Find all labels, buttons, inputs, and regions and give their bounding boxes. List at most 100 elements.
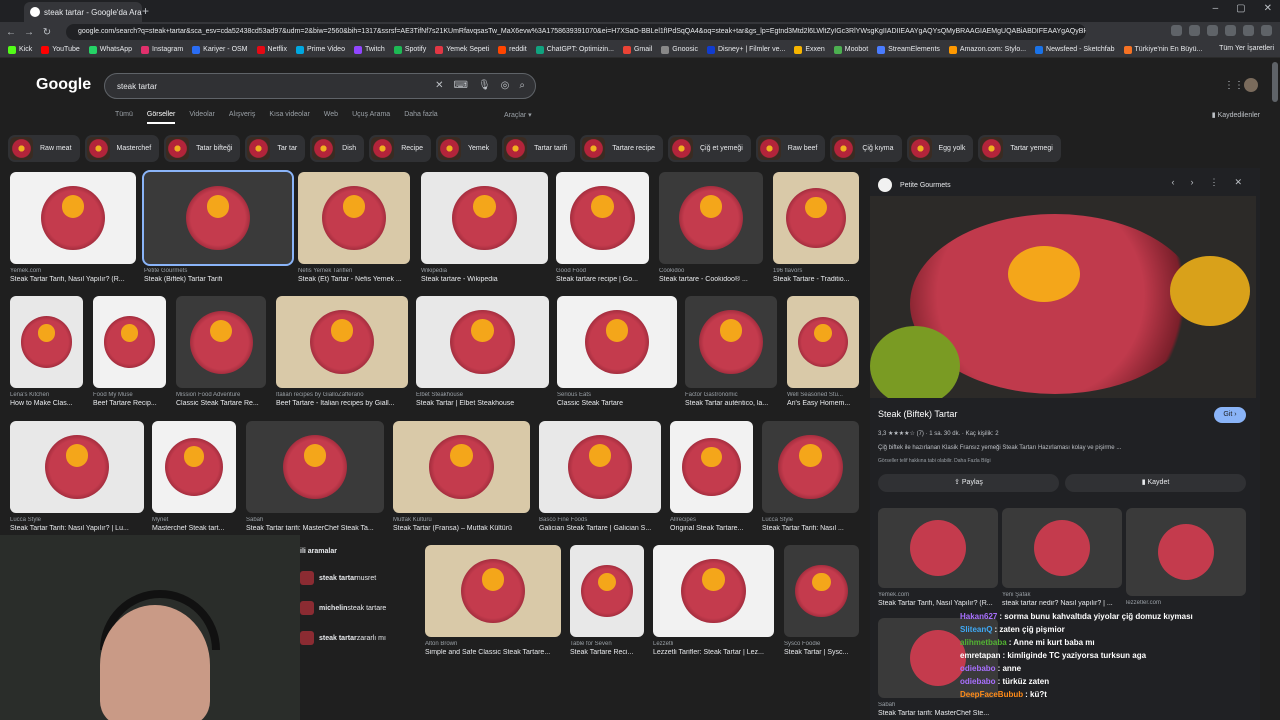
chip[interactable]: Çiğ et yemeği — [668, 135, 751, 162]
all-bookmarks[interactable]: Tüm Yer İşaretleri — [1219, 45, 1274, 52]
tab-daha-fazla[interactable]: Daha fazla — [404, 111, 437, 124]
result-thumbnail[interactable] — [421, 172, 548, 264]
result-thumbnail[interactable] — [246, 421, 384, 513]
image-result[interactable]: Petite Gourmets Steak (Biftek) Tartar Tar… — [142, 170, 294, 283]
image-result[interactable]: Basco Fine Foods Galician Steak Tartare |… — [539, 421, 661, 532]
image-result[interactable]: Mynet Masterchef Steak tart... — [152, 421, 236, 532]
result-source[interactable]: Table for Seven — [570, 641, 644, 647]
share-button[interactable]: ⇪ Paylaş — [878, 474, 1059, 492]
next-icon[interactable]: › — [1190, 177, 1193, 188]
result-caption[interactable]: Steak (Biftek) Tartar Tarifi — [144, 276, 292, 283]
tab-web[interactable]: Web — [324, 111, 338, 124]
close-panel-icon[interactable]: ✕ — [1234, 177, 1242, 188]
image-result[interactable]: Sabah Steak Tartar tarifi: MasterChef Ste… — [246, 421, 384, 532]
result-thumbnail[interactable] — [1002, 508, 1122, 588]
chat-username[interactable]: Hakan627 — [960, 612, 997, 621]
search-box[interactable]: steak tartar ✕ ⌨ 🎙 ◎ ⌕ — [104, 73, 536, 99]
tab-alışveriş[interactable]: Alışveriş — [229, 111, 255, 124]
result-thumbnail[interactable] — [298, 172, 410, 264]
result-thumbnail[interactable] — [784, 545, 859, 637]
bookmark-item[interactable]: Kick — [8, 45, 32, 54]
result-source[interactable]: Food My Muse — [93, 392, 166, 398]
image-result[interactable]: Elbet Steakhouse Steak Tartar | Elbet Ste… — [416, 296, 549, 407]
bookmark-item[interactable]: Newsfeed - Sketchfab — [1035, 45, 1115, 54]
result-source[interactable]: Sabah — [246, 517, 384, 523]
result-source[interactable]: Lena's Kitchen — [10, 392, 83, 398]
close-window-icon[interactable]: ✕ — [1264, 3, 1272, 14]
back-icon[interactable]: ← — [4, 27, 18, 38]
result-source[interactable]: Mynet — [152, 517, 236, 523]
result-caption[interactable]: Beef Tartare - Italian recipes by Giall.… — [276, 400, 408, 407]
bookmark-item[interactable]: reddit — [498, 45, 527, 54]
bookmark-star-icon[interactable] — [1171, 25, 1182, 36]
image-result[interactable]: Wikipedia Steak tartare - Wikipedia — [421, 172, 548, 283]
result-thumbnail[interactable] — [142, 170, 294, 266]
chat-username[interactable]: emretapan — [960, 651, 1000, 660]
result-caption[interactable]: Steak Tartar | Elbet Steakhouse — [416, 400, 549, 407]
chip[interactable]: Tartar yemegi — [978, 135, 1061, 162]
result-caption[interactable]: Steak Tartare - Traditio... — [773, 276, 859, 283]
image-result[interactable]: Serious Eats Classic Steak Tartare — [557, 296, 677, 407]
chat-username[interactable]: alihmetbaba — [960, 638, 1007, 647]
image-result[interactable]: Food My Muse Beef Tartare Recip... — [93, 296, 166, 407]
result-caption[interactable]: Steak Tartar | Sysc... — [784, 649, 859, 656]
result-caption[interactable]: Galician Steak Tartare | Galician S... — [539, 525, 661, 532]
result-thumbnail[interactable] — [787, 296, 859, 388]
url-input[interactable]: google.com/search?q=steak+tartar&sca_esv… — [66, 24, 1086, 40]
result-source[interactable]: 196 flavors — [773, 268, 859, 274]
result-thumbnail[interactable] — [557, 296, 677, 388]
result-source[interactable]: Alton Brown — [425, 641, 561, 647]
apps-grid-icon[interactable]: ⋮⋮ — [1224, 80, 1244, 91]
chip[interactable]: Tar tar — [245, 135, 306, 162]
result-caption[interactable]: Steak Tartar Tarifi, Nasıl Yapılır? (R..… — [10, 276, 136, 283]
result-source[interactable]: Yemek.com — [878, 592, 998, 598]
result-caption[interactable]: Steak Tartar tarifi: MasterChef Ste... — [878, 710, 998, 717]
bookmark-item[interactable]: Exxen — [794, 45, 825, 54]
image-result[interactable]: Sysco Foodie Steak Tartar | Sysc... — [784, 545, 859, 656]
maximize-icon[interactable]: ▢ — [1236, 3, 1245, 14]
result-caption[interactable]: Simple and Safe Classic Steak Tartare... — [425, 649, 561, 656]
result-thumbnail[interactable] — [773, 172, 859, 264]
prev-icon[interactable]: ‹ — [1171, 177, 1174, 188]
chip[interactable]: Recipe — [369, 135, 431, 162]
result-caption[interactable]: Steak (Et) Tartar - Nefis Yemek ... — [298, 276, 410, 283]
chip[interactable]: Yemek — [435, 135, 498, 162]
chip[interactable]: Çiğ kıyma — [830, 135, 902, 162]
panel-related-result[interactable]: Yeni Şafak steak tartar nedir? Nasıl yapı… — [1002, 508, 1122, 607]
save-button[interactable]: ▮ Kaydet — [1065, 474, 1246, 492]
result-source[interactable]: Serious Eats — [557, 392, 677, 398]
image-result[interactable]: Lezzetli Lezzetli Tarifler: Steak Tartar … — [653, 545, 774, 656]
chip[interactable]: Tartare recipe — [580, 135, 663, 162]
saved-button[interactable]: ▮ Kaydedilenler — [1212, 111, 1260, 119]
result-thumbnail[interactable] — [176, 296, 266, 388]
minimize-icon[interactable]: – — [1213, 3, 1219, 14]
bookmark-item[interactable]: WhatsApp — [88, 45, 132, 54]
bookmark-item[interactable]: Türkiye'nin En Büyü... — [1123, 45, 1202, 54]
result-source[interactable]: Lezzetli — [653, 641, 774, 647]
result-caption[interactable]: Steak Tartar auténtico, la... — [685, 400, 777, 407]
result-caption[interactable]: Steak Tartar (Fransa) – Mutfak Kültürü — [393, 525, 530, 532]
reload-icon[interactable]: ↻ — [40, 27, 54, 38]
result-source[interactable]: Lucca Style — [762, 517, 859, 523]
result-source[interactable]: Petite Gourmets — [144, 268, 292, 274]
result-caption[interactable]: steak tartar nedir? Nasıl yapılır? | ... — [1002, 600, 1122, 607]
result-thumbnail[interactable] — [425, 545, 561, 637]
chip[interactable]: Masterchef — [84, 135, 160, 162]
result-source[interactable]: Elbet Steakhouse — [416, 392, 549, 398]
keyboard-icon[interactable]: ⌨ — [454, 80, 468, 91]
result-thumbnail[interactable] — [152, 421, 236, 513]
bookmark-item[interactable]: Gnoosic — [661, 45, 698, 54]
lens-icon[interactable]: ◎ — [501, 80, 510, 91]
image-result[interactable]: Lucca Style Steak Tartar Tarifi: Nasıl ..… — [762, 421, 859, 532]
more-icon[interactable]: ⋮ — [1209, 177, 1218, 188]
result-thumbnail[interactable] — [10, 296, 83, 388]
result-thumbnail[interactable] — [10, 421, 144, 513]
tab-tümü[interactable]: Tümü — [115, 111, 133, 124]
result-thumbnail[interactable] — [685, 296, 777, 388]
result-caption[interactable]: Original Steak Tartare... — [670, 525, 753, 532]
bookmark-item[interactable]: Disney+ | Filmler ve... — [706, 45, 785, 54]
result-source[interactable]: Wikipedia — [421, 268, 548, 274]
result-source[interactable]: Italian recipes by GialloZafferano — [276, 392, 408, 398]
panel-source[interactable]: Petite Gourmets — [900, 182, 951, 189]
tab-videolar[interactable]: Videolar — [189, 111, 215, 124]
